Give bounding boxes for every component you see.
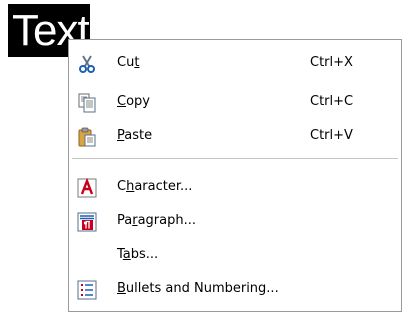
menu-item-label: Character... xyxy=(117,179,193,194)
character-format-icon xyxy=(77,177,97,198)
menu-item-paste[interactable]: Paste Ctrl+V xyxy=(69,119,401,152)
copy-icon xyxy=(77,93,96,113)
context-menu: Cut Ctrl+X Copy Ctrl+C Paste Ctrl+V Char… xyxy=(68,39,402,312)
menu-item-label: Bullets and Numbering... xyxy=(117,281,279,296)
menu-item-label: Cut xyxy=(117,55,140,70)
menu-item-copy[interactable]: Copy Ctrl+C xyxy=(69,85,401,118)
menu-item-character[interactable]: Character... xyxy=(69,170,401,203)
clipboard-paste-icon xyxy=(77,127,96,147)
scissors-icon xyxy=(77,54,95,73)
menu-separator xyxy=(72,158,398,159)
menu-item-cut[interactable]: Cut Ctrl+X xyxy=(69,46,401,79)
menu-item-bullets-and-numbering[interactable]: Bullets and Numbering... xyxy=(69,272,401,305)
menu-item-tabs[interactable]: Tabs... xyxy=(69,238,401,271)
bullets-numbering-icon xyxy=(77,280,97,300)
menu-item-shortcut: Ctrl+X xyxy=(310,55,353,70)
paragraph-format-icon xyxy=(77,212,97,232)
menu-item-label: Paste xyxy=(117,128,153,143)
menu-item-paragraph[interactable]: Paragraph... xyxy=(69,204,401,237)
menu-item-label: Copy xyxy=(117,94,150,109)
menu-item-shortcut: Ctrl+V xyxy=(310,128,353,143)
menu-item-label: Paragraph... xyxy=(117,213,197,228)
menu-item-shortcut: Ctrl+C xyxy=(310,94,354,109)
menu-item-label: Tabs... xyxy=(117,247,159,262)
